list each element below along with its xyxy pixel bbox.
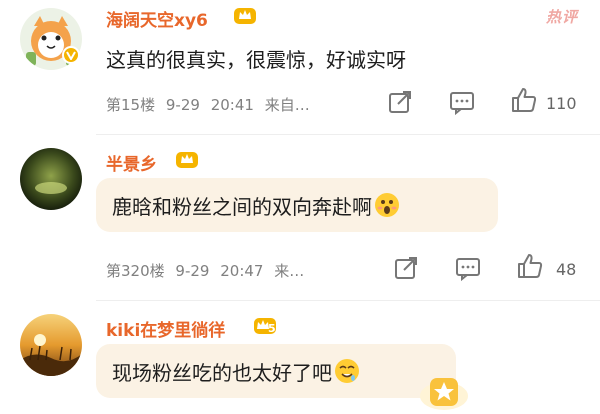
- username[interactable]: 海阔天空xy6: [106, 6, 208, 31]
- comment-date: 9-29: [175, 262, 210, 280]
- username[interactable]: kiki在梦里徜徉: [106, 316, 225, 341]
- comment-source: 来自…: [264, 96, 310, 114]
- comment-time: 20:41: [210, 96, 254, 114]
- comment-bubble: 鹿晗和粉丝之间的双向奔赴啊: [96, 178, 498, 232]
- comment-text: 现场粉丝吃的也太好了吧: [112, 360, 332, 385]
- username[interactable]: 半景乡: [106, 150, 157, 175]
- comment-date: 9-29: [165, 96, 200, 114]
- floor-number: 第320楼: [106, 262, 165, 280]
- comment-text: 这真的很真实，很震惊，好诚实呀: [106, 48, 406, 72]
- floor-number: 第15楼: [106, 96, 156, 114]
- like-count: 48: [556, 260, 577, 279]
- comment-text: 鹿晗和粉丝之间的双向奔赴啊: [112, 194, 372, 219]
- comment-icon[interactable]: [454, 254, 482, 282]
- comment-bubble: 现场粉丝吃的也太好了吧: [96, 344, 456, 398]
- like-icon[interactable]: [510, 86, 538, 114]
- share-icon[interactable]: [386, 88, 414, 116]
- hot-comment-label: 热评: [545, 8, 578, 26]
- drooling-emoji-icon: [335, 359, 359, 383]
- avatar[interactable]: [20, 148, 82, 210]
- comment-meta: 第320楼 9-29 20:47 来…: [106, 260, 310, 281]
- verified-icon: [62, 46, 80, 64]
- comment-meta: 第15楼 9-29 20:41 来自…: [106, 94, 316, 115]
- share-icon[interactable]: [392, 254, 420, 282]
- surprised-emoji-icon: [375, 193, 399, 217]
- star-badge-icon[interactable]: [418, 372, 470, 412]
- like-icon[interactable]: [516, 252, 544, 280]
- crown-level: 5: [268, 322, 276, 335]
- like-count: 110: [546, 94, 577, 113]
- crown-icon: [234, 8, 256, 24]
- comment-icon[interactable]: [448, 88, 476, 116]
- avatar[interactable]: [20, 314, 82, 376]
- comment-time: 20:47: [220, 262, 264, 280]
- comment-source: 来…: [274, 262, 305, 280]
- divider: [96, 134, 600, 135]
- crown-icon: [176, 152, 198, 168]
- divider: [96, 300, 600, 301]
